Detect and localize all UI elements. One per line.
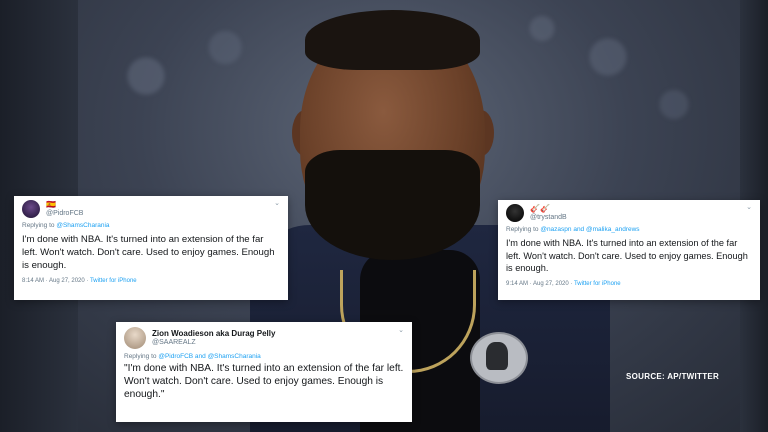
source-credit: SOURCE: AP/TWITTER: [626, 372, 720, 381]
tweet-card-1: 🇪🇸 @PidroFCB ⌄ Replying to @ShamsCharani…: [14, 196, 288, 300]
tweet-text: I'm done with NBA. It's turned into an e…: [22, 234, 275, 271]
reply-mention[interactable]: @nazaspn and @malika_andrews: [540, 226, 639, 233]
avatar[interactable]: [22, 200, 40, 218]
tweet-time[interactable]: 8:14 AM · Aug 27, 2020 ·: [22, 278, 88, 284]
reply-prefix: Replying to: [124, 353, 157, 360]
tweet-text: "I'm done with NBA. It's turned into an …: [124, 363, 404, 400]
beard: [305, 150, 480, 260]
avatar[interactable]: [506, 204, 524, 222]
tweet-meta: 8:14 AM · Aug 27, 2020 · Twitter for iPh…: [22, 278, 280, 284]
tweet-header: 🇪🇸 @PidroFCB: [22, 200, 280, 218]
display-name[interactable]: 🇪🇸: [46, 200, 83, 210]
lapel-pin-figure: [486, 342, 508, 370]
reply-line: Replying to @ShamsCharania: [22, 222, 280, 229]
chevron-down-icon[interactable]: ⌄: [274, 199, 280, 207]
tweet-header: Zion Woadieson aka Durag Pelly @SAAREALZ: [124, 327, 404, 349]
display-name[interactable]: Zion Woadieson aka Durag Pelly: [152, 329, 275, 339]
chevron-down-icon[interactable]: ⌄: [746, 203, 752, 211]
tweet-time[interactable]: 9:14 AM · Aug 27, 2020 ·: [506, 281, 572, 287]
reply-line: Replying to @nazaspn and @malika_andrews: [506, 226, 752, 233]
tweet-meta: 9:14 AM · Aug 27, 2020 · Twitter for iPh…: [506, 281, 752, 287]
hair: [305, 10, 480, 70]
tweet-client[interactable]: Twitter for iPhone: [574, 281, 621, 287]
user-handle[interactable]: @SAAREALZ: [152, 339, 275, 347]
reply-prefix: Replying to: [22, 222, 55, 229]
chevron-down-icon[interactable]: ⌄: [398, 326, 404, 334]
user-handle[interactable]: @trystandB: [530, 214, 567, 222]
tweet-client[interactable]: Twitter for iPhone: [90, 278, 137, 284]
tweet-card-2: 🎸🎸 @trystandB ⌄ Replying to @nazaspn and…: [498, 200, 760, 300]
reply-prefix: Replying to: [506, 226, 539, 233]
user-handle[interactable]: @PidroFCB: [46, 210, 83, 218]
reply-mention[interactable]: @ShamsCharania: [56, 222, 109, 229]
avatar[interactable]: [124, 327, 146, 349]
reply-line: Replying to @PidroFCB and @ShamsCharania: [124, 353, 404, 360]
reply-mention[interactable]: @PidroFCB and @ShamsCharania: [158, 353, 260, 360]
display-name[interactable]: 🎸🎸: [530, 204, 567, 214]
tweet-text: I'm done with NBA. It's turned into an e…: [506, 238, 748, 273]
tweet-card-3: Zion Woadieson aka Durag Pelly @SAAREALZ…: [116, 322, 412, 422]
tweet-header: 🎸🎸 @trystandB: [506, 204, 752, 222]
